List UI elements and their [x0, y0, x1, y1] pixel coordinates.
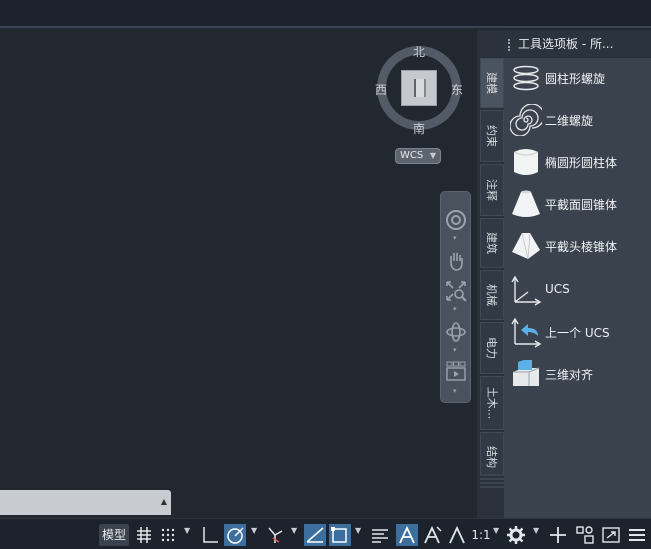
tab-label: 建筑: [485, 232, 498, 254]
tool-label: 椭圆形圆柱体: [545, 156, 618, 170]
plus-icon[interactable]: [547, 524, 569, 546]
tab-scroll-grip[interactable]: [480, 474, 504, 488]
command-line[interactable]: ▲: [0, 490, 171, 515]
tool-label: 上一个 UCS: [545, 326, 610, 340]
tool-frustum-pyramid[interactable]: 平截头棱锥体: [504, 226, 651, 266]
auto-scale-icon[interactable]: [421, 524, 443, 546]
frustum-pyramid-icon: [512, 232, 540, 260]
chevron-down-icon[interactable]: ▼: [493, 526, 499, 535]
compass-west[interactable]: 西: [375, 81, 387, 98]
zoom-extents-icon[interactable]: [445, 280, 467, 302]
tab-label: 约束: [485, 125, 498, 147]
isolate-objects-icon[interactable]: [574, 524, 596, 546]
wcs-dropdown[interactable]: WCS ▼: [395, 148, 441, 164]
tool-cylindrical-helix[interactable]: 圆柱形螺旋: [504, 58, 651, 98]
status-bar: 模型 ▼ ▼ ▼ ▼ 1:1 ▼ ▼: [0, 518, 651, 549]
helix-icon: [513, 65, 539, 91]
elliptical-cylinder-icon: [513, 149, 539, 175]
tab-civil[interactable]: 土木...: [480, 376, 504, 430]
tab-architectural[interactable]: 建筑: [480, 218, 504, 268]
chevron-down-icon[interactable]: ▾: [453, 346, 457, 354]
tool-palette: 工具选项板 - 所... 建模 约束 注释 建筑 机械 电力 土木... 结构 …: [477, 30, 651, 518]
annotation-visibility-icon[interactable]: [396, 524, 418, 546]
spiral-icon: [510, 104, 542, 136]
tab-label: 电力: [485, 337, 498, 359]
ucs-axes-icon: [511, 275, 542, 306]
autocad-window: 北 南 东 西 WCS ▼ ▾ ▾ ▾ ▾ ▲ 工具选项板 - 所... 建模 …: [0, 0, 651, 549]
chevron-down-icon[interactable]: ▾: [453, 305, 457, 313]
gear-icon[interactable]: [505, 524, 527, 546]
scale-value[interactable]: 1:1: [470, 524, 492, 546]
compass-east[interactable]: 东: [451, 81, 463, 98]
object-snap-icon[interactable]: [329, 524, 351, 546]
tool-previous-ucs[interactable]: 上一个 UCS: [504, 312, 651, 352]
isodraft-icon[interactable]: [264, 524, 286, 546]
tab-label: 土木...: [485, 386, 498, 420]
tool-label: 二维螺旋: [545, 114, 594, 128]
tab-mechanical[interactable]: 机械: [480, 270, 504, 320]
tool-3d-align[interactable]: 三维对齐: [504, 354, 651, 394]
tab-electrical[interactable]: 电力: [480, 322, 504, 374]
model-space-button[interactable]: 模型: [99, 524, 129, 546]
tab-annotation[interactable]: 注释: [480, 164, 504, 216]
object-snap-tracking-icon[interactable]: [304, 524, 326, 546]
tab-label: 结构: [485, 446, 498, 468]
lineweight-icon[interactable]: [369, 524, 391, 546]
steering-wheel-icon[interactable]: [445, 209, 467, 231]
tool-label: 圆柱形螺旋: [545, 72, 606, 86]
palette-title-bar[interactable]: 工具选项板 - 所...: [504, 31, 651, 57]
3d-align-icon: [513, 360, 540, 386]
tool-label: 三维对齐: [545, 368, 594, 382]
chevron-down-icon[interactable]: ▼: [184, 526, 190, 535]
palette-title: 工具选项板 - 所...: [518, 37, 614, 51]
tool-elliptical-cylinder[interactable]: 椭圆形圆柱体: [504, 142, 651, 182]
orbit-icon[interactable]: [445, 321, 467, 343]
chevron-down-icon[interactable]: ▾: [453, 387, 457, 395]
viewcube-cube-face-label-graphic: [414, 79, 426, 97]
snap-mode-icon[interactable]: [158, 524, 178, 546]
compass-south[interactable]: 南: [413, 120, 425, 137]
grid-display-icon[interactable]: [134, 524, 154, 546]
chevron-down-icon[interactable]: ▾: [453, 234, 457, 242]
tool-ucs[interactable]: UCS: [504, 270, 651, 310]
chevron-down-icon: ▼: [429, 151, 436, 160]
compass-north[interactable]: 北: [413, 43, 425, 60]
navigation-bar: ▾ ▾ ▾ ▾: [440, 191, 471, 403]
tab-label: 建模: [485, 72, 498, 94]
ortho-mode-icon[interactable]: [199, 524, 221, 546]
tool-label: 平截头棱锥体: [545, 240, 618, 254]
previous-ucs-icon: [511, 317, 542, 348]
chevron-down-icon[interactable]: ▼: [251, 526, 257, 535]
menu-icon[interactable]: [626, 524, 648, 546]
showmotion-icon[interactable]: [445, 360, 467, 382]
palette-tabs: 建模 约束 注释 建筑 机械 电力 土木... 结构: [480, 58, 504, 488]
tab-label: 注释: [485, 179, 498, 201]
tool-frustum-cone[interactable]: 平截面圆锥体: [504, 184, 651, 224]
tab-constraints[interactable]: 约束: [480, 110, 504, 162]
chevron-up-icon[interactable]: ▲: [161, 497, 167, 506]
chevron-down-icon[interactable]: ▼: [291, 526, 297, 535]
tab-modeling[interactable]: 建模: [480, 58, 504, 108]
tab-label: 机械: [485, 284, 498, 306]
tool-2d-spiral[interactable]: 二维螺旋: [504, 100, 651, 140]
tool-label: UCS: [545, 282, 570, 296]
tool-label: 平截面圆锥体: [545, 198, 618, 212]
chevron-down-icon[interactable]: ▼: [533, 526, 539, 535]
polar-tracking-icon[interactable]: [224, 524, 246, 546]
wcs-label: WCS: [400, 150, 424, 161]
annotation-scale-icon[interactable]: [446, 524, 468, 546]
pan-hand-icon[interactable]: [445, 250, 467, 272]
viewcube-face-top[interactable]: [401, 70, 437, 106]
fullscreen-icon[interactable]: [600, 524, 622, 546]
chevron-down-icon[interactable]: ▼: [355, 526, 361, 535]
title-bar: [0, 0, 651, 28]
palette-content: 圆柱形螺旋 二维螺旋 椭圆形圆柱体 平截面圆锥体 平截头棱锥体 UCS 上一个 …: [504, 58, 651, 518]
frustum-cone-icon: [512, 190, 540, 217]
grip-handle-icon[interactable]: [508, 39, 512, 51]
